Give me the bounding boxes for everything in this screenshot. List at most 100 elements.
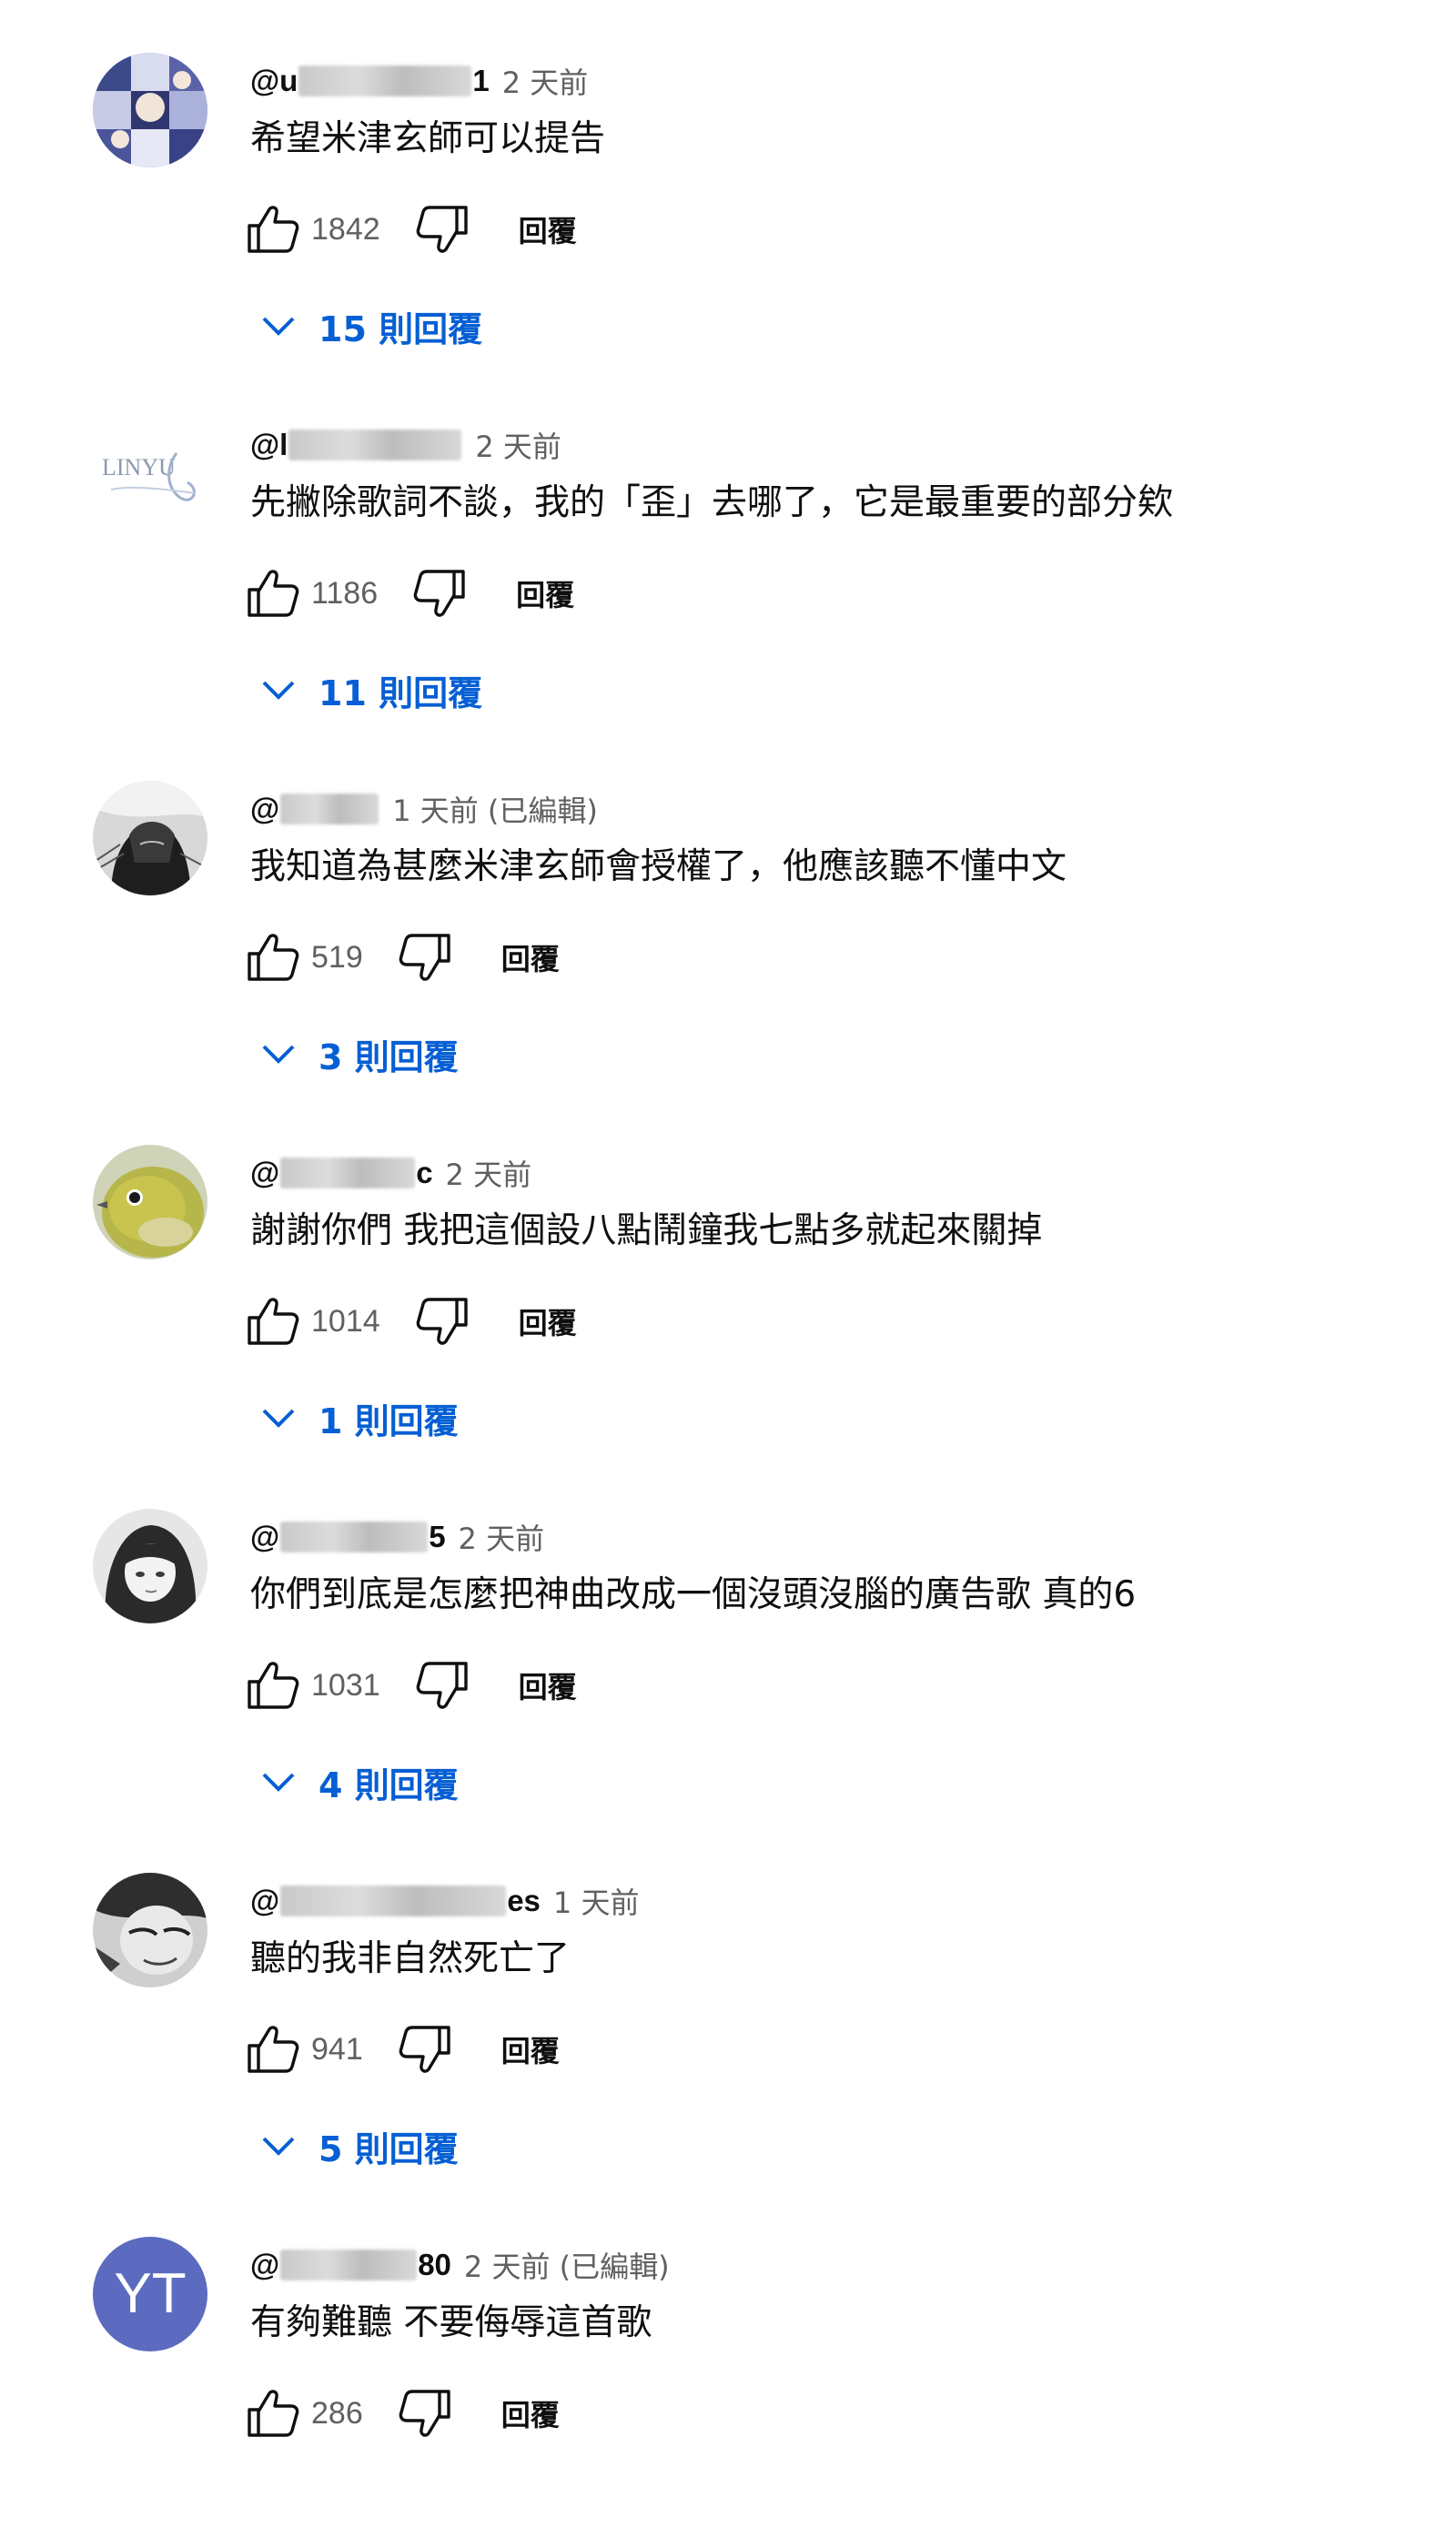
thumbs-up-icon [248, 206, 299, 253]
reply-button[interactable]: 回覆 [519, 1664, 577, 1706]
initials-avatar[interactable]: YT [93, 2237, 207, 2351]
comment-timestamp[interactable]: 1 天前 (已編輯) [392, 788, 598, 830]
view-replies-button[interactable]: 15 則回覆 [257, 300, 482, 351]
comment-actions: 1014 回覆 [244, 1292, 577, 1350]
replies-count-label: 5 則回覆 [318, 2128, 459, 2169]
thumbs-down-icon [399, 2390, 450, 2437]
comment-author[interactable]: @u 1 [250, 64, 490, 98]
like-button[interactable] [244, 928, 302, 986]
chevron-down-icon [262, 1773, 295, 1792]
comment-header: @ c 2 天前 [250, 1150, 531, 1196]
comment-text: 先撇除歌詞不談，我的「歪」去哪了，它是最重要的部分欸 [250, 482, 1174, 523]
author-handle-prefix: @ [250, 1520, 280, 1553]
reply-button[interactable]: 回覆 [501, 936, 560, 978]
view-replies-button[interactable]: 1 則回覆 [257, 1392, 459, 1443]
thumbs-down-icon [413, 570, 465, 617]
like-button[interactable] [244, 200, 302, 258]
dislike-button[interactable] [413, 1292, 471, 1350]
reply-button[interactable]: 回覆 [519, 1300, 577, 1342]
comment-author[interactable]: @ 80 [250, 2248, 451, 2282]
reply-button[interactable]: 回覆 [501, 2392, 560, 2434]
thumbs-up-icon [248, 934, 299, 981]
anime-girl-avatar[interactable] [93, 1509, 207, 1623]
comment-text: 有夠難聽 不要侮辱這首歌 [250, 2302, 652, 2343]
author-handle-suffix: c [416, 1156, 433, 1189]
like-button[interactable] [244, 1656, 302, 1714]
dislike-button[interactable] [396, 2020, 454, 2078]
comment-thread: @u 1 2 天前 希望米津玄師可以提告 1842 回覆 15 則回覆 [0, 0, 1456, 364]
author-handle-prefix: @ [250, 1156, 280, 1189]
author-handle-suffix: 80 [418, 2248, 451, 2281]
comment-actions: 1842 回覆 [244, 200, 577, 258]
redacted-username [280, 1158, 416, 1188]
comment-text: 你們到底是怎麼把神曲改成一個沒頭沒腦的廣告歌 真的6 [250, 1574, 1137, 1615]
comment-timestamp[interactable]: 2 天前 [502, 60, 589, 102]
comment-actions: 941 回覆 [244, 2020, 560, 2078]
like-button[interactable] [244, 564, 302, 622]
bird-avatar[interactable] [93, 1145, 207, 1259]
logo-avatar[interactable]: LINYU [93, 417, 207, 531]
like-button[interactable] [244, 2020, 302, 2078]
comment-header: @ es 1 天前 [250, 1878, 639, 1924]
reply-button[interactable]: 回覆 [519, 208, 577, 250]
like-count: 286 [311, 2395, 363, 2431]
comment-header: @ 5 2 天前 [250, 1514, 544, 1560]
comment-header: @l 2 天前 [250, 422, 561, 468]
view-replies-button[interactable]: 11 則回覆 [257, 664, 482, 715]
like-button[interactable] [244, 1292, 302, 1350]
like-button[interactable] [244, 2384, 302, 2442]
comment-thread: LINYU @l 2 天前 先撇除歌詞不談，我的「歪」去哪了，它是最重要的部分欸… [0, 364, 1456, 728]
dislike-button[interactable] [413, 200, 471, 258]
reply-button[interactable]: 回覆 [516, 572, 574, 614]
comment-thread: @ 5 2 天前 你們到底是怎麼把神曲改成一個沒頭沒腦的廣告歌 真的6 1031… [0, 1456, 1456, 1820]
manga-face-avatar[interactable] [93, 1873, 207, 1987]
comment-thread: @ c 2 天前 謝謝你們 我把這個設八點鬧鐘我七點多就起來關掉 1014 回覆… [0, 1092, 1456, 1456]
comment-author[interactable]: @l [250, 428, 462, 462]
comment-list: @u 1 2 天前 希望米津玄師可以提告 1842 回覆 15 則回覆 LINY… [0, 0, 1456, 2499]
comment-author[interactable]: @ es [250, 1884, 541, 1918]
dislike-button[interactable] [413, 1656, 471, 1714]
reply-button[interactable]: 回覆 [501, 2028, 560, 2070]
comment-text: 希望米津玄師可以提告 [250, 118, 606, 159]
redacted-username [298, 66, 472, 96]
dislike-button[interactable] [410, 564, 469, 622]
view-replies-button[interactable]: 3 則回覆 [257, 1028, 459, 1079]
manga-portrait-avatar[interactable] [93, 781, 207, 895]
comment-actions: 286 回覆 [244, 2384, 560, 2442]
view-replies-button[interactable]: 5 則回覆 [257, 2120, 459, 2171]
comment-author[interactable]: @ [250, 792, 379, 826]
dislike-button[interactable] [396, 2384, 454, 2442]
replies-count-label: 4 則回覆 [318, 1764, 459, 1805]
comment-timestamp[interactable]: 2 天前 (已編輯) [464, 2244, 670, 2286]
like-count: 1031 [311, 1667, 380, 1703]
anime-collage-avatar[interactable] [93, 53, 207, 167]
chevron-down-icon [262, 681, 295, 700]
author-handle-prefix: @ [250, 2248, 280, 2281]
redacted-username [280, 1522, 429, 1552]
comment-timestamp[interactable]: 1 天前 [553, 1880, 640, 1922]
dislike-button[interactable] [396, 928, 454, 986]
comment-timestamp[interactable]: 2 天前 [446, 1152, 532, 1194]
thumbs-up-icon [248, 1662, 299, 1709]
comment-actions: 519 回覆 [244, 928, 560, 986]
author-handle-prefix: @ [250, 1884, 280, 1917]
comment-author[interactable]: @ 5 [250, 1520, 446, 1554]
replies-count-label: 1 則回覆 [318, 1400, 459, 1441]
like-count: 1014 [311, 1303, 380, 1339]
comment-timestamp[interactable]: 2 天前 [475, 424, 561, 466]
comment-timestamp[interactable]: 2 天前 [459, 1516, 545, 1558]
redacted-username [280, 2250, 418, 2280]
chevron-down-icon [262, 317, 295, 336]
chevron-down-icon [262, 2137, 295, 2156]
view-replies-button[interactable]: 4 則回覆 [257, 1756, 459, 1807]
comment-author[interactable]: @ c [250, 1156, 433, 1190]
comment-actions: 1031 回覆 [244, 1656, 577, 1714]
thumbs-down-icon [399, 2026, 450, 2073]
comment-header: @ 1 天前 (已編輯) [250, 786, 598, 832]
author-handle-prefix: @ [250, 792, 280, 825]
replies-count-label: 15 則回覆 [318, 308, 483, 349]
thumbs-up-icon [248, 1298, 299, 1345]
replies-count-label: 3 則回覆 [318, 1036, 459, 1077]
like-count: 1186 [311, 575, 379, 611]
thumbs-up-icon [248, 2390, 299, 2437]
